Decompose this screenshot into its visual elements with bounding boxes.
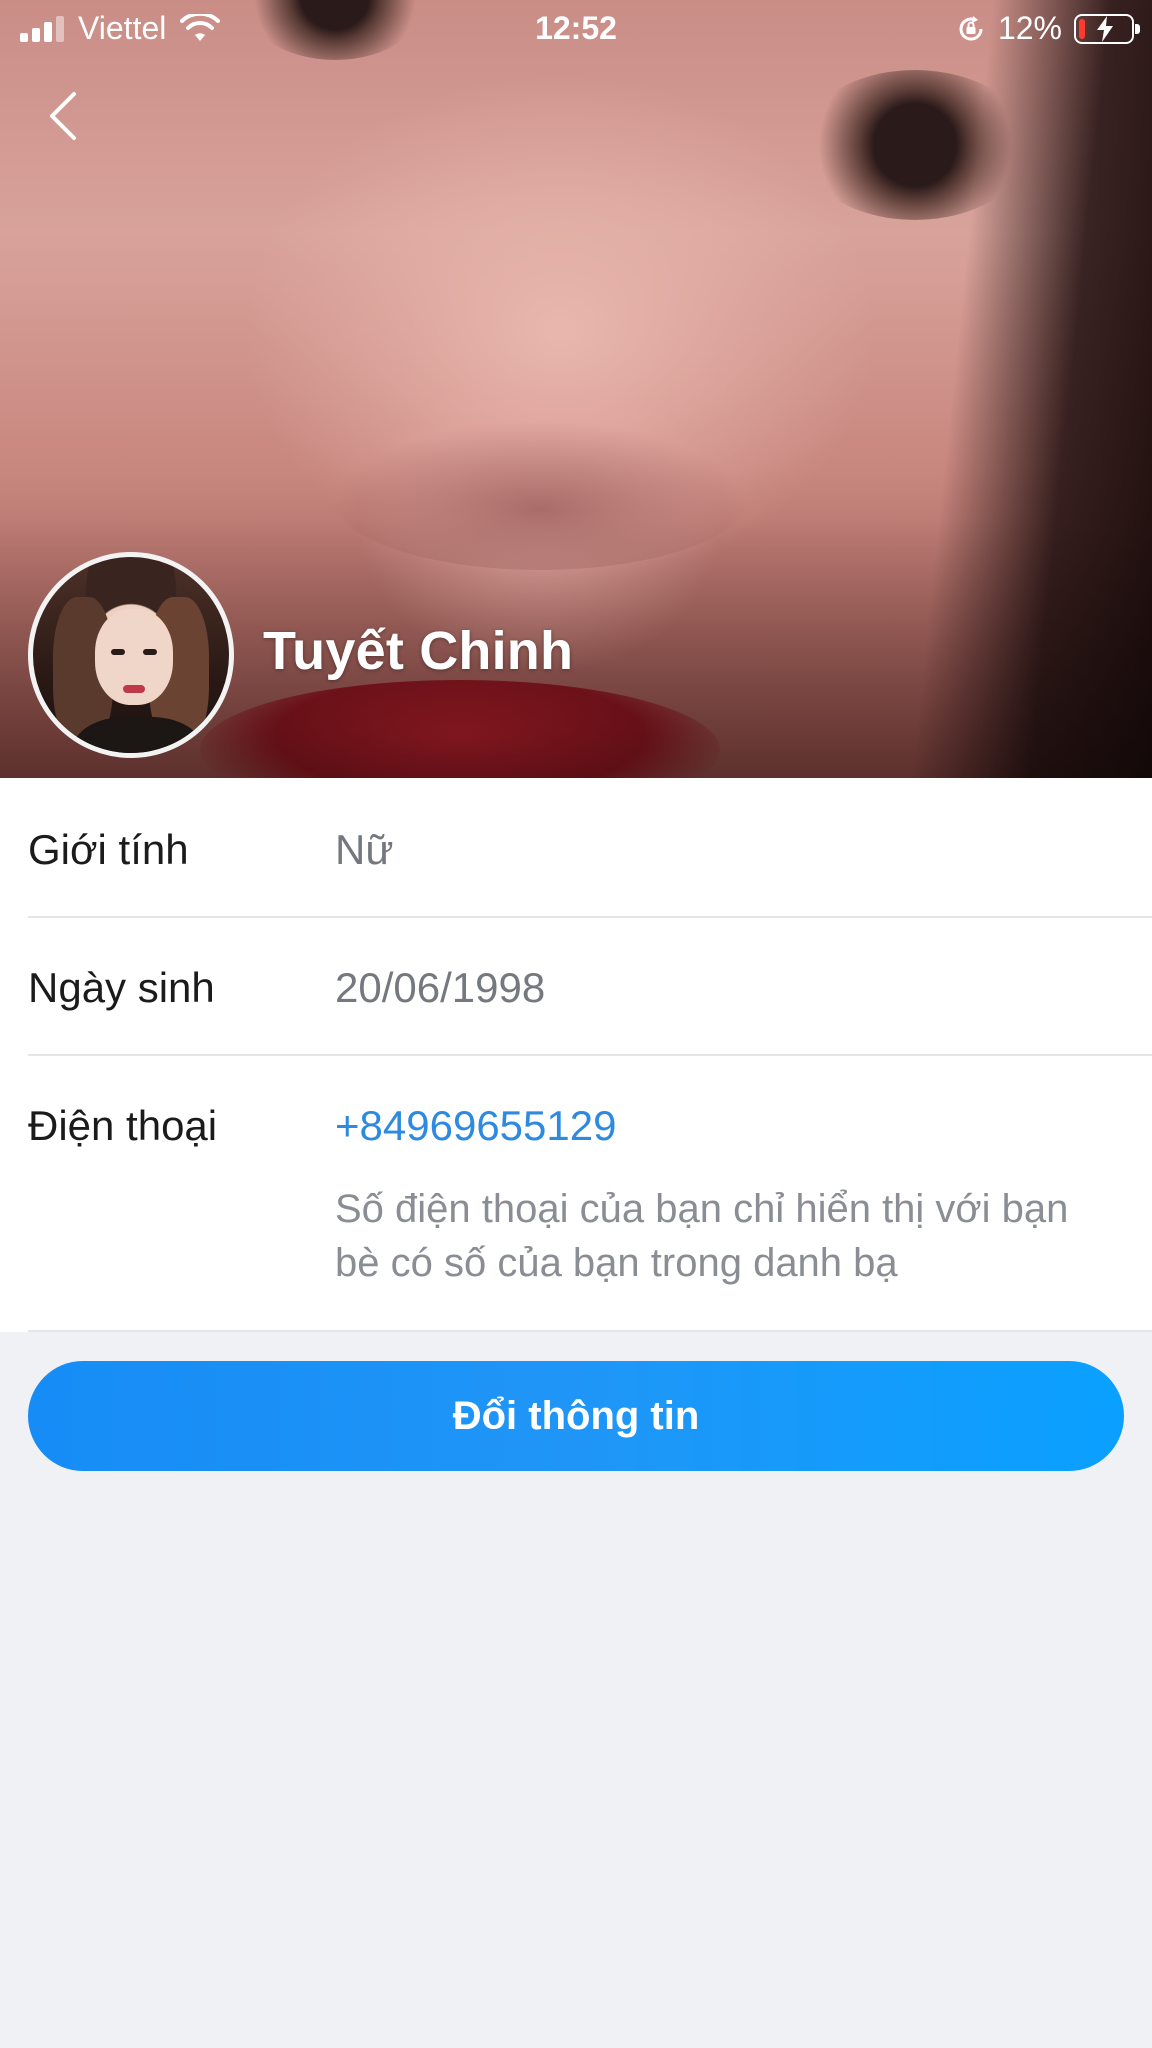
- battery-level: [1079, 18, 1085, 39]
- avatar-eye-right: [143, 649, 157, 655]
- birthday-value: 20/06/1998: [335, 964, 546, 1011]
- gender-value: Nữ: [335, 826, 394, 873]
- info-row-birthday: Ngày sinh 20/06/1998: [0, 918, 1152, 1054]
- charging-bolt-icon: [1097, 15, 1113, 42]
- info-row-gender: Giới tính Nữ: [0, 778, 1152, 916]
- phone-visibility-note: Số điện thoại của bạn chỉ hiển thị với b…: [335, 1187, 1069, 1285]
- profile-name: Tuyết Chinh: [263, 621, 574, 681]
- birthday-label: Ngày sinh: [28, 964, 215, 1011]
- phone-number-link[interactable]: +84969655129: [335, 1102, 616, 1150]
- gender-label: Giới tính: [28, 826, 189, 873]
- back-button[interactable]: [30, 80, 94, 152]
- status-bar: Viettel 12:52 12%: [0, 0, 1152, 58]
- chevron-left-icon: [50, 92, 76, 140]
- avatar-mouth: [123, 685, 145, 693]
- rotation-lock-icon: [959, 15, 983, 41]
- phone-label: Điện thoại: [28, 1102, 218, 1149]
- divider: [28, 1330, 1152, 1332]
- battery-charging-icon: [1074, 13, 1140, 44]
- profile-info-screen: Viettel 12:52 12% Tuyết Chinh Giới tính …: [0, 0, 1152, 2048]
- avatar-eye-left: [111, 649, 125, 655]
- edit-info-button[interactable]: Đổi thông tin: [28, 1361, 1124, 1471]
- status-right: 12%: [956, 10, 1140, 47]
- avatar-coat: [73, 717, 203, 753]
- avatar[interactable]: [28, 552, 234, 758]
- battery-percent: 12%: [997, 10, 1062, 46]
